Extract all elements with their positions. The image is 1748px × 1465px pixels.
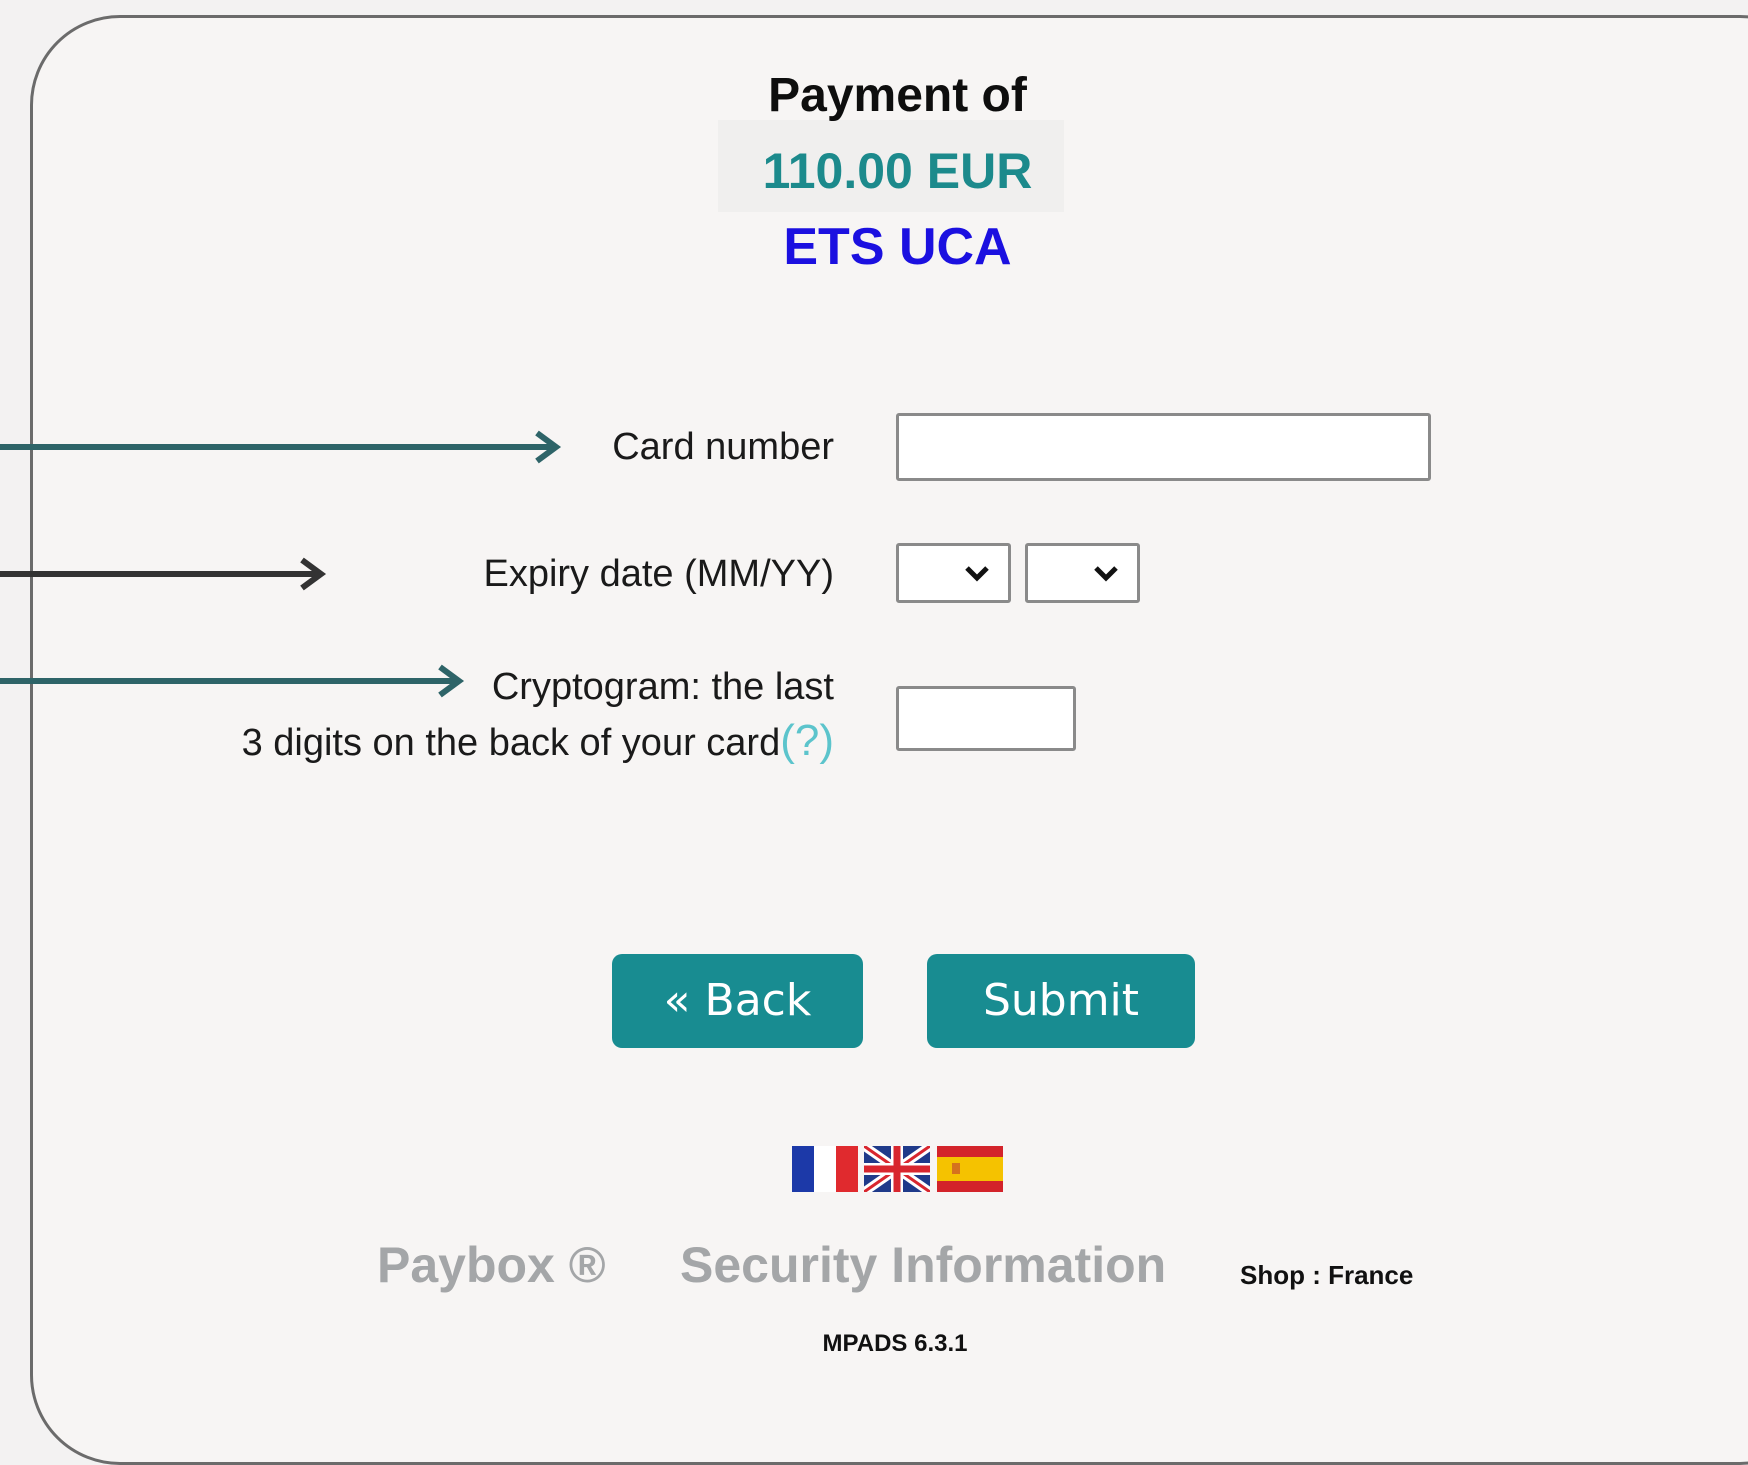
expiry-date-arrow bbox=[0, 557, 327, 591]
cryptogram-input[interactable] bbox=[896, 686, 1076, 751]
card-number-label: Card number bbox=[612, 426, 834, 468]
paybox-link[interactable]: Paybox ® bbox=[377, 1236, 606, 1294]
merchant-name: ETS UCA bbox=[783, 218, 1012, 276]
uk-flag-icon[interactable] bbox=[864, 1146, 930, 1192]
card-number-input[interactable] bbox=[896, 413, 1431, 481]
cryptogram-label-line1: Cryptogram: the last bbox=[491, 666, 834, 708]
chevron-down-icon bbox=[965, 566, 989, 582]
expiry-year-select[interactable] bbox=[1025, 543, 1140, 603]
version-label: MPADS 6.3.1 bbox=[822, 1330, 968, 1357]
shop-info: Shop : France bbox=[1240, 1260, 1414, 1290]
french-flag-icon[interactable] bbox=[792, 1146, 858, 1192]
payment-amount: 110.00 EUR bbox=[762, 143, 1033, 199]
card-number-arrow bbox=[0, 430, 562, 464]
payment-title: Payment of bbox=[768, 69, 1027, 122]
cryptogram-label-line2: 3 digits on the back of your card bbox=[241, 722, 781, 764]
spanish-flag-icon[interactable] bbox=[937, 1146, 1003, 1192]
cryptogram-label: Cryptogram: the last 3 digits on the bac… bbox=[242, 660, 834, 770]
expiry-date-label: Expiry date (MM/YY) bbox=[483, 553, 834, 595]
submit-button[interactable]: Submit bbox=[927, 954, 1195, 1048]
back-button[interactable]: « Back bbox=[612, 954, 863, 1048]
help-icon[interactable]: (?) bbox=[780, 716, 834, 765]
chevron-down-icon bbox=[1094, 566, 1118, 582]
expiry-month-select[interactable] bbox=[896, 543, 1011, 603]
security-information-link[interactable]: Security Information bbox=[680, 1236, 1166, 1294]
